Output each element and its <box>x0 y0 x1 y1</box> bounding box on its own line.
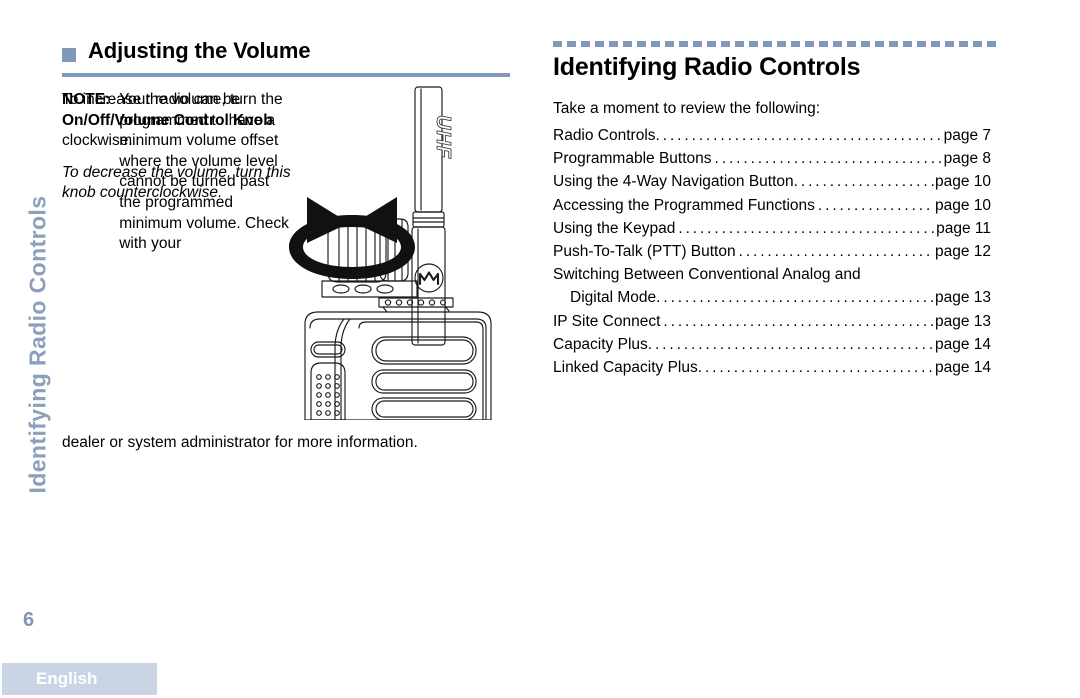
rotate-knob-arrow-icon <box>289 197 415 279</box>
toc-entry-title: Capacity Plus <box>553 335 648 353</box>
toc-entry[interactable]: Capacity Plus...........................… <box>553 333 991 356</box>
toc-entry[interactable]: Linked Capacity Plus....................… <box>553 356 991 379</box>
toc-entry[interactable]: Using the Keypad........................… <box>553 217 991 240</box>
toc-entry[interactable]: Switching Between Conventional Analog an… <box>553 263 991 286</box>
toc-entry-page: page 10 <box>934 173 991 191</box>
toc-entry-page: page 14 <box>934 335 991 353</box>
toc-entry-title: Using the 4-Way Navigation Button <box>553 173 794 191</box>
toc-dot-leader: ........................................… <box>738 243 934 261</box>
left-content-column: Adjusting the Volume UHF To increase the… <box>62 38 512 470</box>
toc-dot-leader: ........................................… <box>663 312 934 330</box>
toc-entry-page: page 8 <box>943 150 991 168</box>
right-content-column: Identifying Radio Controls Take a moment… <box>553 40 997 379</box>
toc-entry-title: Using the Keypad <box>553 219 676 237</box>
left-section-heading-text: Adjusting the Volume <box>88 38 311 63</box>
toc-entry[interactable]: Using the 4-Way Navigation Button.......… <box>553 170 991 193</box>
toc-entry-title: Accessing the Programmed Functions <box>553 196 815 214</box>
sidebar-chapter-label: Identifying Radio Controls <box>24 195 51 494</box>
left-section-heading: Adjusting the Volume <box>62 38 512 70</box>
toc-entry-page: page 7 <box>943 127 991 144</box>
toc-entry-page: page 14 <box>934 359 991 377</box>
toc-entry-title: IP Site Connect <box>553 312 661 330</box>
toc-entry-page: page 10 <box>934 196 991 214</box>
right-section-intro: Take a moment to review the following: <box>553 100 821 117</box>
svg-text:UHF: UHF <box>432 115 454 159</box>
toc-entry[interactable]: Programmable Buttons....................… <box>553 147 991 170</box>
toc-entry-page: page 13 <box>934 289 991 307</box>
toc-entry-page: page 13 <box>934 312 991 330</box>
toc-entry-title: Switching Between Conventional Analog an… <box>553 266 861 284</box>
toc-entry-page: page 11 <box>936 219 991 237</box>
toc-dot-leader: ........................................… <box>714 150 943 168</box>
table-of-contents-list: Radio Controls..........................… <box>553 124 991 379</box>
note-text-tail: dealer or system administrator for more … <box>62 434 418 451</box>
right-section-heading-text: Identifying Radio Controls <box>553 53 861 81</box>
toc-dot-leader: ........................................… <box>656 289 934 307</box>
square-bullet-icon <box>62 48 76 62</box>
toc-entry-title: Radio Controls <box>553 127 656 144</box>
sidebar-rail: Identifying Radio Controls 6 <box>0 0 60 698</box>
radio-volume-knob-illustration: UHF <box>287 85 512 421</box>
toc-dot-leader: ........................................… <box>697 359 934 377</box>
toc-dot-leader: ........................................… <box>647 335 934 353</box>
toc-entry-page: page 12 <box>934 243 991 261</box>
note-label: NOTE: <box>62 91 111 108</box>
footer-language-label: English <box>36 669 98 688</box>
toc-dot-leader: ........................................… <box>678 219 935 237</box>
toc-entry-title: Digital Mode <box>570 289 657 307</box>
toc-entry-title: Linked Capacity Plus <box>553 359 698 377</box>
toc-entry[interactable]: Accessing the Programmed Functions......… <box>553 194 991 217</box>
toc-dot-leader: ........................................… <box>793 173 934 191</box>
toc-entry-title: Programmable Buttons <box>553 150 712 168</box>
toc-entry[interactable]: Push-To-Talk (PTT) Button...............… <box>553 240 991 263</box>
left-body-text: To increase the volume, turn the On/Off/… <box>62 90 294 252</box>
toc-entry[interactable]: Digital Mode............................… <box>553 286 991 309</box>
dashed-rule-decoration <box>553 40 997 48</box>
note-text: Your radio can be programmed to have a m… <box>119 91 289 253</box>
toc-entry[interactable]: IP Site Connect.........................… <box>553 310 991 333</box>
left-section-heading-rule <box>62 73 510 77</box>
toc-entry-title: Push-To-Talk (PTT) Button <box>553 243 736 261</box>
toc-entry[interactable]: Radio Controls..........................… <box>553 124 991 147</box>
page-number: 6 <box>23 609 35 631</box>
toc-dot-leader: ........................................… <box>817 196 934 214</box>
footer-language-bar: English <box>2 663 157 695</box>
note-block: NOTE: Your radio can be programmed to ha… <box>62 90 294 255</box>
toc-dot-leader: ........................................… <box>655 127 943 144</box>
